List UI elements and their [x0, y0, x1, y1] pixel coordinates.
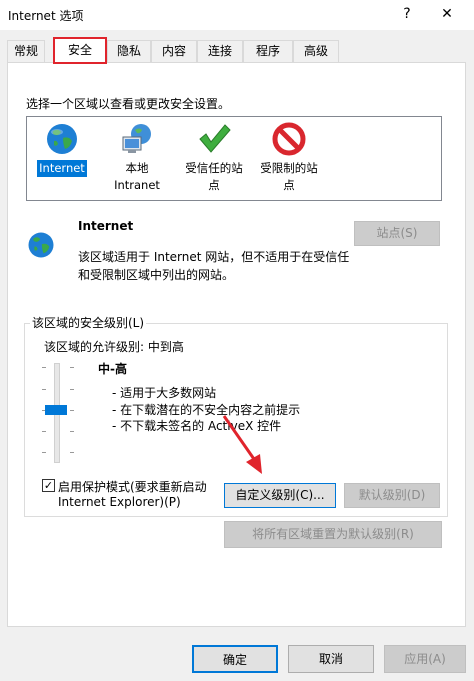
zone-instructions: 选择一个区域以查看或更改安全设置。 [26, 97, 231, 111]
zone-local-intranet-label-1: 本地 [125, 161, 149, 175]
zone-detail-name: Internet [78, 219, 134, 233]
custom-level-button[interactable]: 自定义级别(C)... [224, 483, 336, 508]
annotation-arrow-icon [222, 415, 262, 474]
trusted-sites-icon [199, 124, 231, 153]
protected-mode-checkbox[interactable]: ✓ [42, 479, 55, 492]
security-level-group-title: 该区域的安全级别(L) [30, 314, 147, 331]
zone-detail-desc-2: 和受限制区域中列出的网站。 [78, 268, 235, 282]
restricted-sites-icon [272, 122, 306, 156]
zone-trusted-sites[interactable]: 受信任的站 点 [174, 121, 254, 194]
tab-programs[interactable]: 程序 [243, 40, 293, 62]
zone-internet-label: Internet [37, 160, 87, 177]
slider-tick [42, 431, 46, 432]
ok-button[interactable]: 确定 [192, 645, 278, 673]
slider-tick [70, 452, 74, 453]
tab-privacy[interactable]: 隐私 [107, 40, 151, 62]
zone-local-intranet-label-2: Intranet [114, 178, 160, 192]
security-level-name: 中-高 [98, 362, 127, 376]
local-intranet-icon [122, 124, 151, 153]
zone-local-intranet[interactable]: 本地 Intranet [97, 121, 177, 194]
globe-icon [47, 124, 77, 154]
zone-detail-globe-icon [28, 232, 54, 258]
slider-tick [70, 431, 74, 432]
close-button[interactable]: ✕ [430, 2, 464, 26]
window-title: Internet 选项 [8, 9, 84, 23]
slider-tick [42, 389, 46, 390]
slider-tick [70, 367, 74, 368]
tab-connections[interactable]: 连接 [197, 40, 243, 62]
apply-button[interactable]: 应用(A) [384, 645, 466, 673]
zone-restricted-sites-label-1: 受限制的站 [260, 161, 318, 175]
slider-tick [42, 452, 46, 453]
slider-tick [70, 389, 74, 390]
zone-restricted-sites-label-2: 点 [283, 178, 295, 192]
zone-internet[interactable]: Internet [22, 121, 102, 177]
tab-advanced[interactable]: 高级 [293, 40, 339, 62]
reset-all-zones-button[interactable]: 将所有区域重置为默认级别(R) [224, 521, 442, 548]
slider-tick [70, 410, 74, 411]
zone-trusted-sites-label-2: 点 [208, 178, 220, 192]
zone-detail-desc-1: 该区域适用于 Internet 网站，但不适用于在受信任 [78, 250, 350, 264]
tab-content[interactable]: 内容 [151, 40, 197, 62]
tab-general[interactable]: 常规 [7, 40, 45, 62]
help-button[interactable]: ? [396, 2, 418, 26]
slider-tick [42, 367, 46, 368]
zone-restricted-sites[interactable]: 受限制的站 点 [249, 121, 329, 194]
tab-security[interactable]: 安全 [53, 37, 107, 64]
protected-mode-label-1: 启用保护模式(要求重新启动 [58, 480, 207, 494]
protected-mode-label-2: Internet Explorer)(P) [58, 495, 181, 509]
zone-trusted-sites-label-1: 受信任的站 [185, 161, 243, 175]
default-level-button[interactable]: 默认级别(D) [344, 483, 440, 508]
security-level-slider-thumb[interactable] [45, 405, 67, 415]
cancel-button[interactable]: 取消 [288, 645, 374, 673]
sites-button[interactable]: 站点(S) [354, 221, 440, 246]
security-level-bullet-1: - 适用于大多数网站 [112, 386, 217, 400]
allowed-level-label: 该区域的允许级别: 中到高 [44, 340, 184, 354]
